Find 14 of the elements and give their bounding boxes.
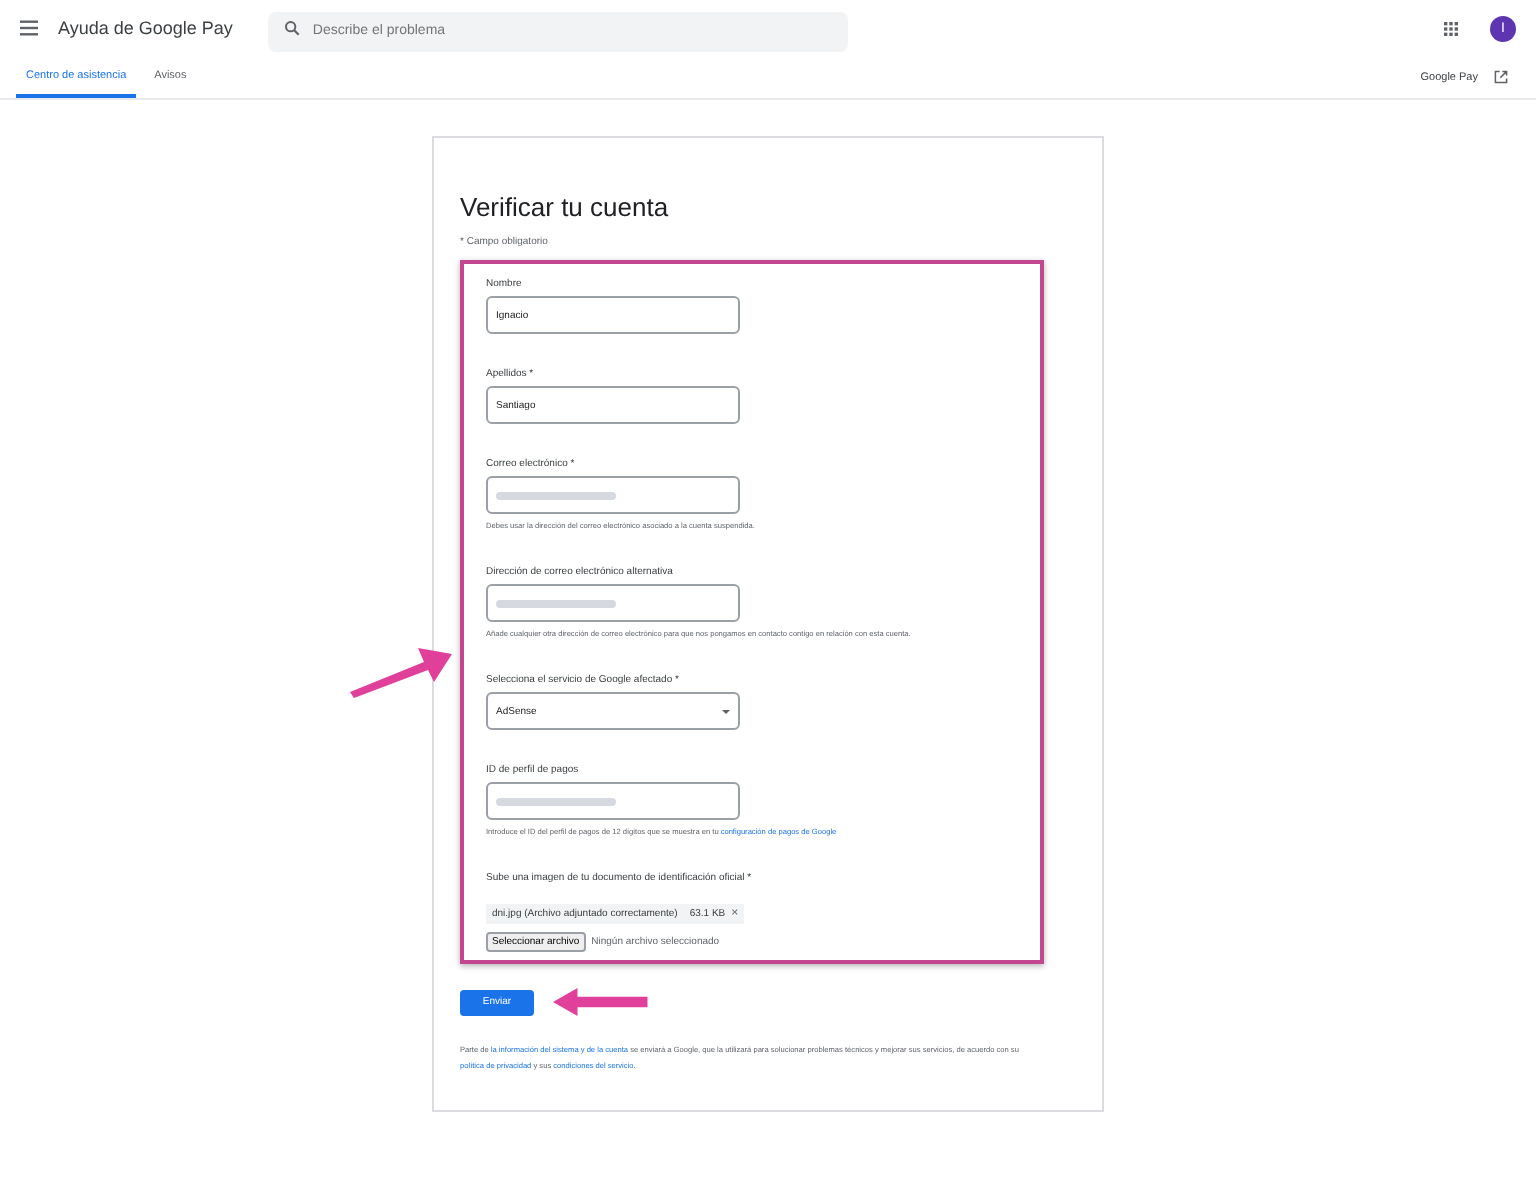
- blurred-value: [496, 797, 616, 805]
- menu-icon[interactable]: [20, 20, 38, 36]
- apps-grid-icon[interactable]: [1444, 21, 1458, 35]
- caret-icon: [722, 709, 730, 713]
- input-field[interactable]: [486, 584, 740, 622]
- site-title: Ayuda de Google Pay: [58, 18, 233, 38]
- input-field[interactable]: [486, 476, 740, 514]
- form-title: Verificar tu cuenta: [460, 192, 671, 224]
- blurred-value: [496, 599, 616, 607]
- external-link-icon[interactable]: [1494, 70, 1508, 84]
- input-field[interactable]: [486, 782, 740, 820]
- blurred-value: [496, 491, 616, 499]
- search-icon: [284, 20, 301, 36]
- annotation-arrow: [550, 988, 654, 1016]
